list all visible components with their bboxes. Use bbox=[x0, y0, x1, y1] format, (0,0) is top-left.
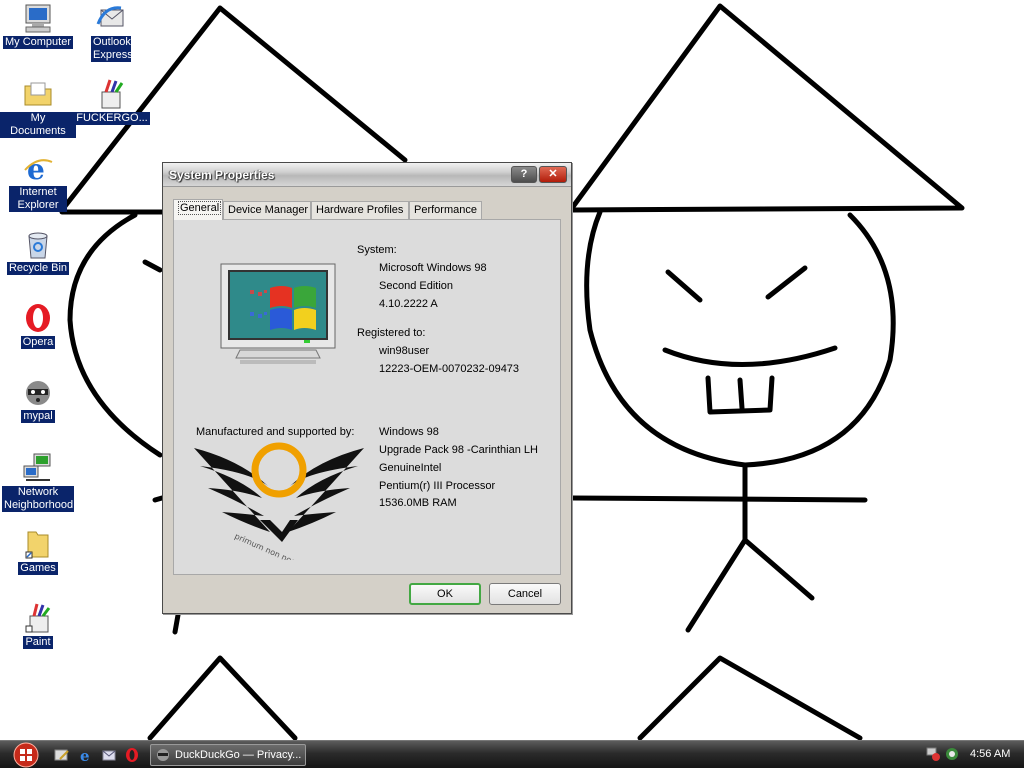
dialog-title: System Properties bbox=[169, 168, 275, 182]
opera-icon bbox=[26, 304, 50, 332]
general-tab-panel: System: Microsoft Windows 98 Second Edit… bbox=[173, 219, 561, 575]
desktop-icon-label: Games bbox=[18, 562, 58, 575]
desktop-icon-label: mypal bbox=[21, 410, 55, 423]
system-os-name: Microsoft Windows 98 bbox=[379, 262, 487, 274]
system-version: 4.10.2222 A bbox=[379, 298, 438, 310]
taskbar-button-label: DuckDuckGo — Privacy... bbox=[175, 749, 302, 761]
registered-product-id: 12223-OEM-0070232-09473 bbox=[379, 363, 520, 375]
system-heading: System: bbox=[357, 244, 397, 256]
desktop-icon-network-neighborhood[interactable]: Network Neighborhood bbox=[0, 452, 76, 512]
logo-text: primum non nocere bbox=[233, 532, 309, 560]
folder-icon bbox=[25, 531, 49, 559]
manufacturer-line: Windows 98 bbox=[379, 426, 439, 438]
raccoon-icon bbox=[26, 381, 50, 405]
dialog-titlebar[interactable]: System Properties ? ✕ bbox=[163, 163, 571, 187]
desktop-icon-internet-explorer[interactable]: e Internet Explorer bbox=[0, 152, 76, 212]
recycle-bin-icon bbox=[28, 232, 48, 259]
paint-icon bbox=[25, 603, 51, 633]
manufacturer-line: 1536.0MB RAM bbox=[379, 497, 457, 509]
network-icon bbox=[23, 453, 51, 481]
desktop-icon-opera[interactable]: Opera bbox=[0, 302, 76, 349]
taskbar: e DuckDuckGo — Privacy... 4:56 AM bbox=[0, 740, 1024, 768]
desktop-icon-label: FUCKERGO... bbox=[74, 112, 150, 125]
outlook-express-icon[interactable] bbox=[101, 747, 117, 763]
close-button[interactable]: ✕ bbox=[539, 166, 567, 183]
manufacturer-heading: Manufactured and supported by: bbox=[196, 426, 355, 438]
raccoon-icon bbox=[157, 749, 169, 761]
desktop-icon-mypal[interactable]: mypal bbox=[0, 376, 76, 423]
cancel-button[interactable]: Cancel bbox=[489, 583, 561, 605]
tab-performance[interactable]: Performance bbox=[409, 201, 482, 219]
desktop-icon-label: Recycle Bin bbox=[6, 262, 70, 275]
ok-button[interactable]: OK bbox=[409, 583, 481, 605]
desktop-icon-label: My Documents bbox=[0, 112, 76, 138]
manufacturer-line: Pentium(r) III Processor bbox=[379, 480, 496, 492]
desktop-icon-my-documents[interactable]: My Documents bbox=[0, 78, 76, 138]
taskbar-clock[interactable]: 4:56 AM bbox=[970, 748, 1010, 760]
show-desktop-icon[interactable] bbox=[54, 747, 70, 763]
desktop-icon-label: Paint bbox=[23, 636, 53, 649]
desktop-icon-games[interactable]: Games bbox=[0, 528, 76, 575]
manufacturer-line: Upgrade Pack 98 -Carinthian LH bbox=[379, 444, 538, 456]
desktop-icon-paint[interactable]: Paint bbox=[0, 602, 76, 649]
desktop-icon-label: Opera bbox=[20, 336, 56, 349]
paint-icon bbox=[101, 79, 124, 109]
desktop-icon-recycle-bin[interactable]: Recycle Bin bbox=[0, 228, 76, 275]
internet-explorer-icon: e bbox=[24, 153, 53, 184]
help-button[interactable]: ? bbox=[511, 166, 537, 183]
svg-text:e: e bbox=[27, 153, 45, 184]
system-edition: Second Edition bbox=[379, 280, 453, 292]
desktop-icon-label: My Computer bbox=[2, 36, 74, 49]
desktop-icon-label: Network Neighborhood bbox=[2, 486, 74, 512]
registered-heading: Registered to: bbox=[357, 327, 426, 339]
opera-icon[interactable] bbox=[124, 747, 140, 763]
outlook-express-icon bbox=[96, 6, 124, 27]
registered-user: win98user bbox=[379, 345, 430, 357]
system-properties-dialog: System Properties ? ✕ General Device Man… bbox=[162, 162, 572, 614]
desktop-icon-label: Internet Explorer bbox=[9, 186, 67, 212]
desktop-icon-outlook-express[interactable]: Outlook Express bbox=[73, 2, 149, 62]
manufacturer-line: GenuineIntel bbox=[379, 462, 442, 474]
tab-label: General bbox=[178, 201, 222, 215]
volume-tray-icon[interactable] bbox=[944, 746, 960, 762]
tab-hardware-profiles[interactable]: Hardware Profiles bbox=[311, 201, 409, 219]
tab-device-manager[interactable]: Device Manager bbox=[223, 201, 311, 219]
tab-general[interactable]: General bbox=[173, 199, 223, 220]
desktop-icon-fuckergo[interactable]: FUCKERGO... bbox=[74, 78, 150, 125]
network-tray-icon[interactable] bbox=[926, 746, 942, 762]
computer-icon bbox=[25, 4, 51, 33]
svg-text:e: e bbox=[80, 747, 90, 763]
start-button[interactable] bbox=[4, 742, 44, 768]
desktop-icon-my-computer[interactable]: My Computer bbox=[0, 2, 76, 49]
manufacturer-logo: primum non nocere bbox=[194, 442, 364, 560]
folder-icon bbox=[24, 82, 52, 106]
internet-explorer-icon[interactable]: e bbox=[78, 747, 94, 763]
monitor-logo-image bbox=[220, 263, 336, 364]
taskbar-button-duckduckgo[interactable]: DuckDuckGo — Privacy... bbox=[150, 744, 306, 766]
desktop-icon-label: Outlook Express bbox=[91, 36, 133, 62]
